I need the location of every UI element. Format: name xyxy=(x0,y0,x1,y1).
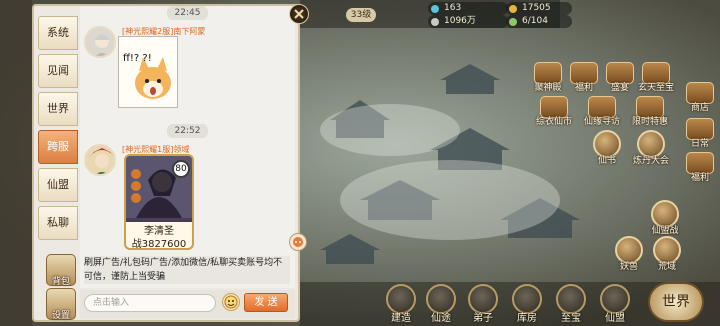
resource-silver: 1096万 xyxy=(428,15,508,28)
feature-xuantian-treasure[interactable]: 玄天至宝 xyxy=(638,62,674,93)
feature-alchemy-contest[interactable]: 炼丹大会 xyxy=(632,130,670,166)
close-button[interactable] xyxy=(289,4,309,24)
message-timestamp: 22:45 xyxy=(80,6,295,20)
tab-private[interactable]: 私聊 xyxy=(38,206,78,240)
feature-sect-war[interactable]: 仙盟战 xyxy=(646,200,684,236)
tab-sect[interactable]: 仙盟 xyxy=(38,168,78,202)
feature-costume-market[interactable]: 综衣仙市 xyxy=(536,96,572,127)
smiley-icon xyxy=(224,295,238,309)
player-level-badge: 33级 xyxy=(346,8,376,22)
close-icon xyxy=(294,9,304,19)
feature-welfare-top[interactable]: 福利 xyxy=(566,62,602,93)
sticker-image: ff!? ?! xyxy=(118,36,178,108)
nav-warehouse[interactable]: 库房 xyxy=(510,284,544,324)
scam-warning-notice: 刷屏广告/礼包码广告/添加微信/私聊买卖账号均不可信，谨防上当受骗 xyxy=(84,256,290,284)
spirit-stone-icon xyxy=(431,5,439,13)
settings-button[interactable]: 设置 xyxy=(46,288,76,321)
tab-cross-server[interactable]: 跨服 xyxy=(38,130,78,164)
feature-immortal-book[interactable]: 仙书 xyxy=(588,130,626,166)
shiba-sticker-icon: ff!? ?! xyxy=(119,37,177,107)
feature-limited-offer[interactable]: 限时特惠 xyxy=(632,96,668,127)
feature-shop[interactable]: 商店 xyxy=(682,82,718,113)
resource-value: 6/104 xyxy=(522,16,548,26)
feature-juishendian[interactable]: 聚神殿 xyxy=(530,62,566,93)
feature-demon-beast[interactable]: 妖兽 xyxy=(610,236,648,272)
hero-power: 战3827600 xyxy=(131,239,187,250)
feature-welfare-right[interactable]: 福利 xyxy=(682,152,718,183)
gold-icon xyxy=(509,5,517,13)
tab-news[interactable]: 见闻 xyxy=(38,54,78,88)
resource-value: 1096万 xyxy=(444,16,476,26)
nav-build[interactable]: 建造 xyxy=(384,284,418,324)
resource-value: 163 xyxy=(444,3,462,13)
sender-avatar[interactable] xyxy=(84,144,116,176)
chat-bubble-button[interactable] xyxy=(289,233,307,251)
avatar-portrait-icon xyxy=(86,146,114,174)
nav-immortal-path[interactable]: 仙途 xyxy=(424,284,458,324)
resource-disciples: 6/104 xyxy=(506,15,572,28)
resource-value: 17505 xyxy=(522,3,551,13)
tab-world[interactable]: 世界 xyxy=(38,92,78,126)
chat-bubble-icon xyxy=(293,237,303,247)
backpack-button[interactable]: 背包 xyxy=(46,254,76,287)
nav-disciples[interactable]: 弟子 xyxy=(466,284,500,324)
feature-daily[interactable]: 日常 xyxy=(682,118,718,149)
hero-share-card[interactable]: 80 李清圣 战3827600 xyxy=(124,154,194,250)
chat-input[interactable] xyxy=(84,294,216,312)
silver-icon xyxy=(431,18,439,26)
feature-feast[interactable]: 盛宴 xyxy=(602,62,638,93)
emoji-button[interactable] xyxy=(222,293,240,311)
resource-spirit-stone: 163 xyxy=(428,2,508,15)
message-timestamp: 22:52 xyxy=(80,124,295,138)
feature-fate-search[interactable]: 仙缘寻访 xyxy=(584,96,620,127)
sender-avatar[interactable] xyxy=(84,26,116,58)
svg-text:ff!? ?!: ff!? ?! xyxy=(123,53,152,64)
tab-system[interactable]: 系统 xyxy=(38,16,78,50)
feature-wild-domain[interactable]: 荒域 xyxy=(648,236,686,272)
nav-treasure[interactable]: 至宝 xyxy=(554,284,588,324)
chat-input-bar: 发 送 xyxy=(80,290,295,318)
disciple-icon xyxy=(509,18,517,26)
nav-sect[interactable]: 仙盟 xyxy=(598,284,632,324)
world-button[interactable]: 世界 xyxy=(648,282,704,322)
hero-level-badge: 80 xyxy=(172,160,190,178)
avatar-portrait-icon xyxy=(86,28,114,56)
resource-gold: 17505 xyxy=(506,2,572,15)
send-button[interactable]: 发 送 xyxy=(244,293,288,312)
